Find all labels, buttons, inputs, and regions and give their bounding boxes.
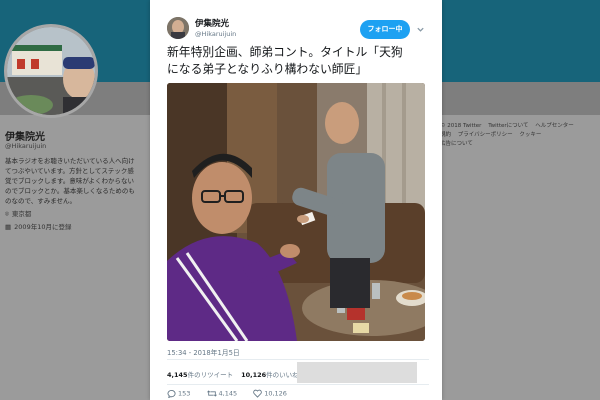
- reply-icon: [167, 390, 176, 399]
- tweet-author-avatar[interactable]: [167, 17, 189, 39]
- profile-handle: @Hikaruijuin: [5, 142, 47, 150]
- retweet-label[interactable]: 件のリツイート: [188, 371, 234, 379]
- bio-line: 基本ラジオをお聴きいただいている人へ向け: [5, 157, 135, 165]
- reply-action[interactable]: 153: [167, 389, 191, 399]
- profile-avatar[interactable]: [4, 24, 98, 118]
- divider: [167, 359, 429, 360]
- chevron-down-icon[interactable]: [416, 25, 425, 34]
- footer-link-cookies[interactable]: クッキー: [519, 132, 541, 138]
- footer-link-help[interactable]: ヘルプセンター: [535, 123, 574, 129]
- tweet-actions: 153 4,145 10,126: [167, 389, 301, 399]
- bio-line: のでブロックとか。基本楽しくなるためのも: [5, 187, 135, 195]
- like-count[interactable]: 10,126: [241, 371, 266, 379]
- heart-icon: [253, 389, 262, 398]
- joined-text: 2009年10月に登録: [14, 223, 72, 231]
- tweet-text-line: になる弟子となりふり構わない師匠」: [167, 62, 368, 76]
- like-label[interactable]: 件のいいね: [266, 371, 299, 379]
- tweet-author-handle[interactable]: @Hikaruijuin: [195, 30, 236, 38]
- footer-link-about[interactable]: Twitterについて: [488, 123, 528, 129]
- divider: [167, 384, 429, 385]
- following-button[interactable]: フォロー中: [360, 20, 410, 39]
- liker-avatars-strip[interactable]: [297, 362, 417, 383]
- calendar-icon: ▦: [5, 223, 12, 231]
- retweet-action-count: 4,145: [218, 389, 238, 398]
- footer-link-privacy[interactable]: プライバシーポリシー: [458, 132, 513, 138]
- footer-row: 広告について: [440, 140, 590, 149]
- location-text: 東京都: [11, 210, 32, 218]
- tweet-text: 新年特別企画、師弟コント。タイトル「天狗 になる弟子となりふり構わない師匠」: [167, 44, 429, 78]
- profile-name: 伊集院光: [5, 132, 45, 143]
- tweet-text-line: 新年特別企画、師弟コント。タイトル「天狗: [167, 45, 403, 59]
- tweet-timestamp[interactable]: 15:34 - 2018年1月5日: [167, 347, 240, 357]
- bio-line: 覚でブロックします。意味がよくわからない: [5, 177, 135, 185]
- site-footer: © 2018 Twitter Twitterについて ヘルプセンター 規約 プラ…: [440, 122, 590, 149]
- like-action[interactable]: 10,126: [253, 389, 287, 398]
- bio-line: のなので、すみません。: [5, 197, 77, 205]
- footer-link-ads[interactable]: 広告について: [440, 141, 473, 147]
- footer-row: 規約 プライバシーポリシー クッキー: [440, 131, 590, 140]
- bio-line: てつぶやいています。方針としてステック感: [5, 167, 134, 175]
- location-pin-icon: ⌾: [5, 210, 9, 218]
- tweet-modal: 伊集院光 @Hikaruijuin フォロー中 新年特別企画、師弟コント。タイト…: [150, 0, 442, 400]
- profile-joined: ▦ 2009年10月に登録: [5, 221, 74, 231]
- retweet-icon: [206, 390, 217, 397]
- tweet-author-name[interactable]: 伊集院光: [195, 17, 229, 29]
- footer-row: © 2018 Twitter Twitterについて ヘルプセンター: [440, 122, 590, 131]
- profile-location: ⌾ 東京都: [5, 208, 34, 219]
- retweet-action[interactable]: 4,145: [206, 389, 238, 398]
- profile-bio: 基本ラジオをお聴きいただいている人へ向け てつぶやいています。方針としてステック…: [5, 156, 135, 206]
- tweet-photo[interactable]: [167, 83, 425, 341]
- footer-copyright: © 2018 Twitter: [440, 123, 482, 129]
- retweet-count[interactable]: 4,145: [167, 371, 188, 379]
- reply-count: 153: [178, 389, 191, 398]
- tweet-stats: 4,145件のリツイート 10,126件のいいね: [167, 369, 299, 379]
- like-action-count: 10,126: [264, 389, 287, 398]
